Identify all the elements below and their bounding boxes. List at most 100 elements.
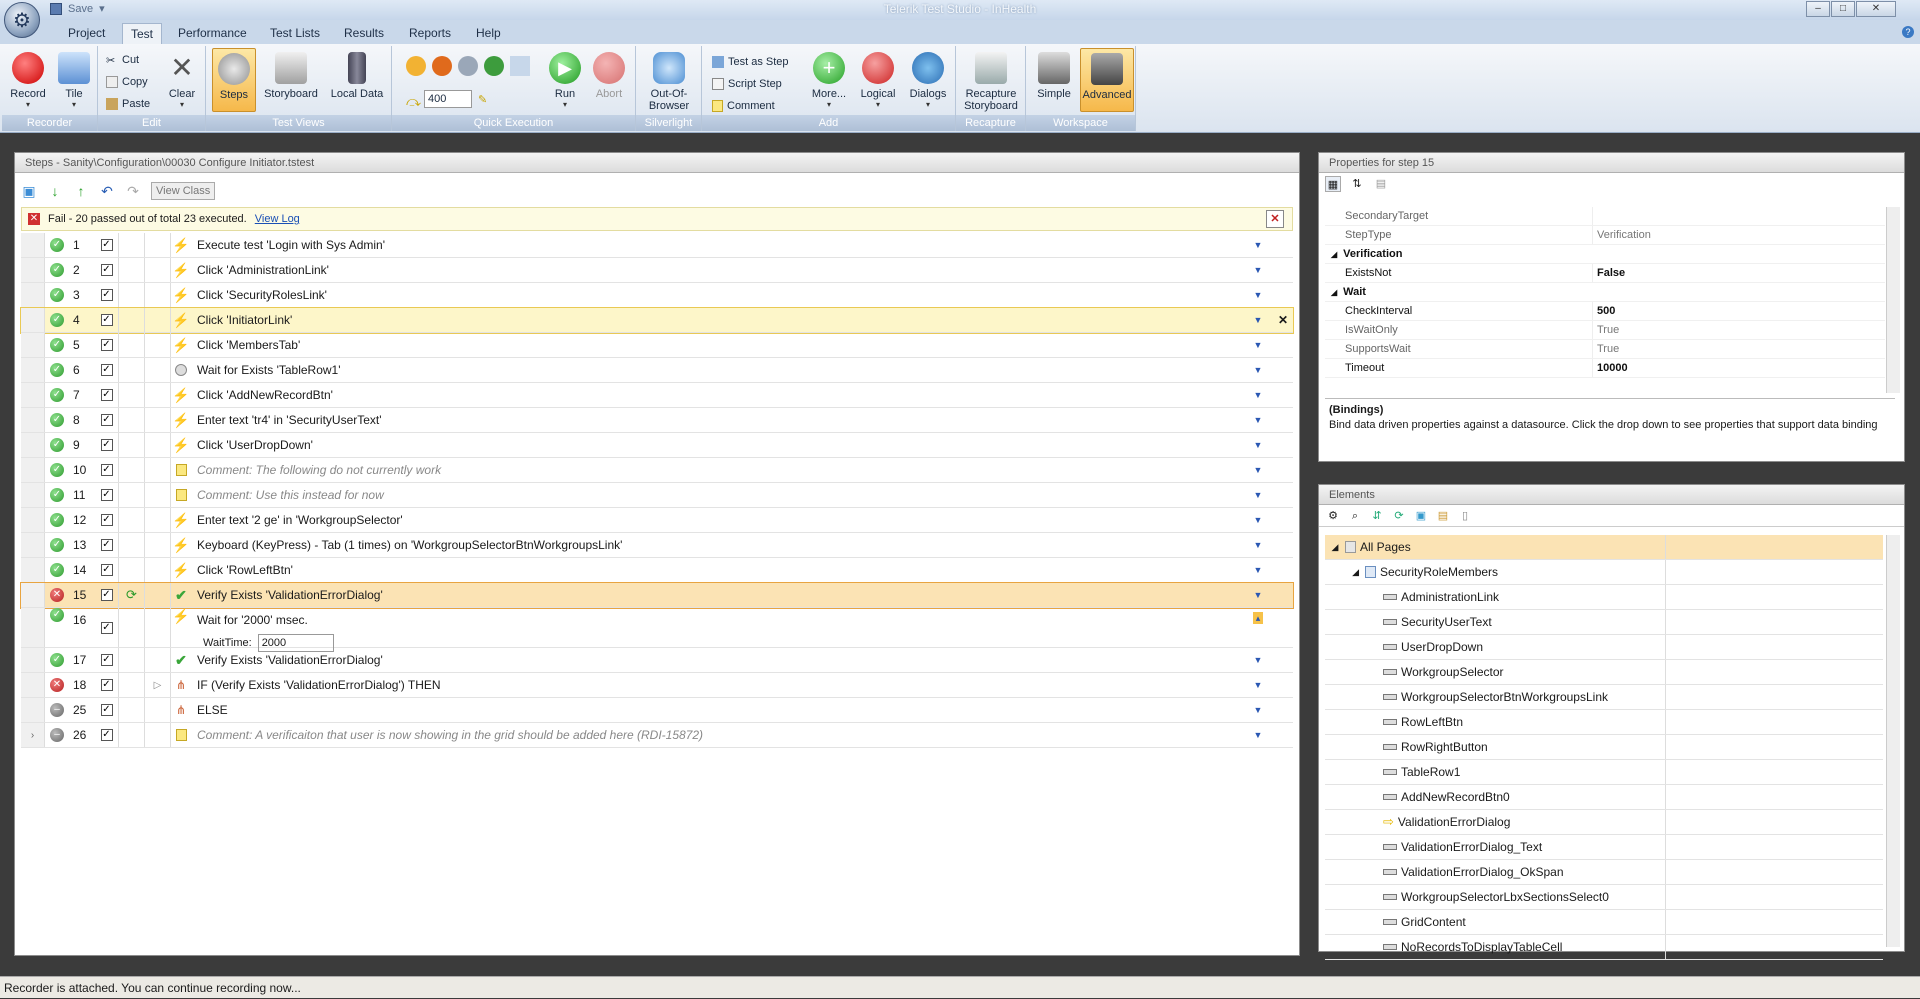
row-header[interactable] <box>21 483 45 507</box>
local-data-button[interactable]: Local Data <box>326 48 388 112</box>
collapse-arrow-icon[interactable]: ◢ <box>1331 250 1337 259</box>
property-row[interactable]: SupportsWait True <box>1325 340 1885 359</box>
property-row[interactable]: SecondaryTarget <box>1325 207 1885 226</box>
step-row[interactable]: ✓ 6 ✓ Wait for Exists 'TableRow1' ▼ <box>21 358 1293 383</box>
minimize-button[interactable]: – <box>1806 1 1830 17</box>
element-item[interactable]: WorkgroupSelectorBtnWorkgroupsLink <box>1325 685 1883 710</box>
tree-page-node[interactable]: ◢ SecurityRoleMembers <box>1325 560 1883 585</box>
collapse-arrow-icon[interactable]: ◢ <box>1325 542 1345 553</box>
step-enabled-checkbox[interactable]: ✓ <box>100 464 113 476</box>
step-row[interactable]: ✓ 11 ✓ Comment: Use this instead for now ▼ <box>21 483 1293 508</box>
sort-icon[interactable]: ⇵ <box>1369 508 1385 524</box>
row-header[interactable] <box>21 648 45 672</box>
move-down-icon[interactable]: ↓ <box>47 183 63 199</box>
step-row[interactable]: ✕ 15 ✓ ⟳ ✔ Verify Exists 'ValidationErrorDial… <box>20 582 1294 609</box>
step-enabled-checkbox[interactable]: ✓ <box>100 364 113 376</box>
row-header[interactable] <box>21 533 45 557</box>
step-enabled-checkbox[interactable]: ✓ <box>100 704 113 716</box>
row-header[interactable] <box>21 673 45 697</box>
browser-selector[interactable] <box>406 56 530 76</box>
row-header[interactable] <box>21 308 45 332</box>
step-dropdown-icon[interactable]: ▼ <box>1243 265 1273 275</box>
step-row[interactable]: ✓ 14 ✓ ⚡ Click 'RowLeftBtn' ▼ <box>21 558 1293 583</box>
step-dropdown-icon[interactable]: ▼ <box>1243 705 1273 715</box>
step-row[interactable]: ✓ 12 ✓ ⚡ Enter text '2 ge' in 'WorkgroupSele… <box>21 508 1293 533</box>
close-window-button[interactable]: ✕ <box>1856 1 1896 17</box>
step-row[interactable]: –25 ✓ ⋔ ELSE ▼ <box>21 698 1293 723</box>
collapse-arrow-icon[interactable]: ◢ <box>1325 567 1365 578</box>
step-dropdown-icon[interactable]: ▼ <box>1243 340 1273 350</box>
step-enabled-checkbox[interactable]: ✓ <box>100 439 113 451</box>
row-header[interactable] <box>21 508 45 532</box>
test-as-step-button[interactable]: Test as Step <box>712 56 789 68</box>
save-label[interactable]: Save <box>68 3 93 15</box>
step-enabled-checkbox[interactable]: ✓ <box>100 621 113 634</box>
paste-button[interactable]: Paste <box>106 98 150 110</box>
step-dropdown-icon[interactable]: ▼ <box>1243 415 1273 425</box>
highlight-icon[interactable]: ✎ <box>478 93 490 106</box>
step-row[interactable]: ✓ 10 ✓ Comment: The following do not curren… <box>21 458 1293 483</box>
elements-scrollbar[interactable] <box>1886 535 1900 947</box>
row-header[interactable] <box>21 258 45 282</box>
row-header[interactable]: › <box>21 723 45 747</box>
step-dropdown-icon[interactable]: ▼ <box>1243 365 1273 375</box>
recapture-storyboard-button[interactable]: Recapture Storyboard <box>960 48 1022 112</box>
firefox-icon[interactable] <box>432 56 452 76</box>
step-row[interactable]: ✓ 2 ✓ ⚡ Click 'AdministrationLink' ▼ <box>21 258 1293 283</box>
record-button[interactable]: Record ▾ <box>6 48 50 112</box>
element-repository-icon[interactable]: ▤ <box>1435 508 1451 524</box>
chrome-icon[interactable] <box>484 56 504 76</box>
step-enabled-checkbox[interactable]: ✓ <box>100 314 113 326</box>
step-dropdown-icon[interactable]: ▼ <box>1243 565 1273 575</box>
step-dropdown-icon[interactable]: ▼ <box>1243 240 1273 250</box>
element-item[interactable]: ⇨ ValidationErrorDialog <box>1325 810 1883 835</box>
step-enabled-checkbox[interactable]: ✓ <box>100 654 113 666</box>
tree-root-all-pages[interactable]: ◢ All Pages <box>1325 535 1883 560</box>
property-row[interactable]: StepType Verification <box>1325 226 1885 245</box>
step-enabled-checkbox[interactable]: ✓ <box>100 389 113 401</box>
step-row[interactable]: ✓ 7 ✓ ⚡ Click 'AddNewRecordBtn' ▼ <box>21 383 1293 408</box>
step-row[interactable]: ✓ 1 ✓ ⚡ Execute test 'Login with Sys Admin' ▼ <box>21 233 1293 258</box>
silverlight-icon[interactable] <box>510 56 530 76</box>
step-enabled-checkbox[interactable]: ✓ <box>100 564 113 576</box>
property-row[interactable]: Timeout 10000 <box>1325 359 1885 378</box>
step-enabled-checkbox[interactable]: ✓ <box>100 729 113 741</box>
search-icon[interactable]: ⌕ <box>1347 508 1363 524</box>
property-category[interactable]: ◢ Wait <box>1325 283 1885 302</box>
element-item[interactable]: AddNewRecordBtn0 <box>1325 785 1883 810</box>
tab-performance[interactable]: Performance <box>178 26 247 40</box>
row-header[interactable] <box>21 358 45 382</box>
maximize-button[interactable]: □ <box>1831 1 1855 17</box>
row-header[interactable] <box>21 333 45 357</box>
tab-test-lists[interactable]: Test Lists <box>270 26 320 40</box>
property-value[interactable]: 500 <box>1593 302 1615 320</box>
row-header[interactable] <box>21 608 45 647</box>
out-of-browser-button[interactable]: Out-Of-Browser <box>640 48 698 112</box>
element-item[interactable]: GridContent <box>1325 910 1883 935</box>
properties-scrollbar[interactable] <box>1886 207 1900 393</box>
step-dropdown-icon[interactable]: ▴ <box>1243 612 1273 624</box>
row-header[interactable] <box>21 283 45 307</box>
more-button[interactable]: + More... ▾ <box>806 48 852 112</box>
property-value[interactable]: True <box>1593 321 1619 339</box>
property-value[interactable]: False <box>1593 264 1625 282</box>
step-row[interactable]: ✓ 5 ✓ ⚡ Click 'MembersTab' ▼ <box>21 333 1293 358</box>
element-item[interactable]: ValidationErrorDialog_OkSpan <box>1325 860 1883 885</box>
application-menu-icon[interactable]: ⚙ <box>4 2 40 38</box>
row-header[interactable] <box>21 583 45 607</box>
move-up-icon[interactable]: ↑ <box>73 183 89 199</box>
redo-icon[interactable]: ↷ <box>125 183 141 199</box>
property-row[interactable]: IsWaitOnly True <box>1325 321 1885 340</box>
view-class-button[interactable]: View Class <box>151 182 216 200</box>
step-enabled-checkbox[interactable]: ✓ <box>100 489 113 501</box>
expand-icon[interactable]: ▷ <box>154 680 162 691</box>
script-step-button[interactable]: Script Step <box>712 78 782 90</box>
cut-button[interactable]: ✂ Cut <box>106 54 139 67</box>
property-category[interactable]: ◢ Verification <box>1325 245 1885 264</box>
step-dropdown-icon[interactable]: ▼ <box>1243 680 1273 690</box>
step-dropdown-icon[interactable]: ▼ <box>1243 440 1273 450</box>
storyboard-button[interactable]: Storyboard <box>260 48 322 112</box>
step-enabled-checkbox[interactable]: ✓ <box>100 339 113 351</box>
row-header[interactable] <box>21 433 45 457</box>
element-item[interactable]: AdministrationLink <box>1325 585 1883 610</box>
